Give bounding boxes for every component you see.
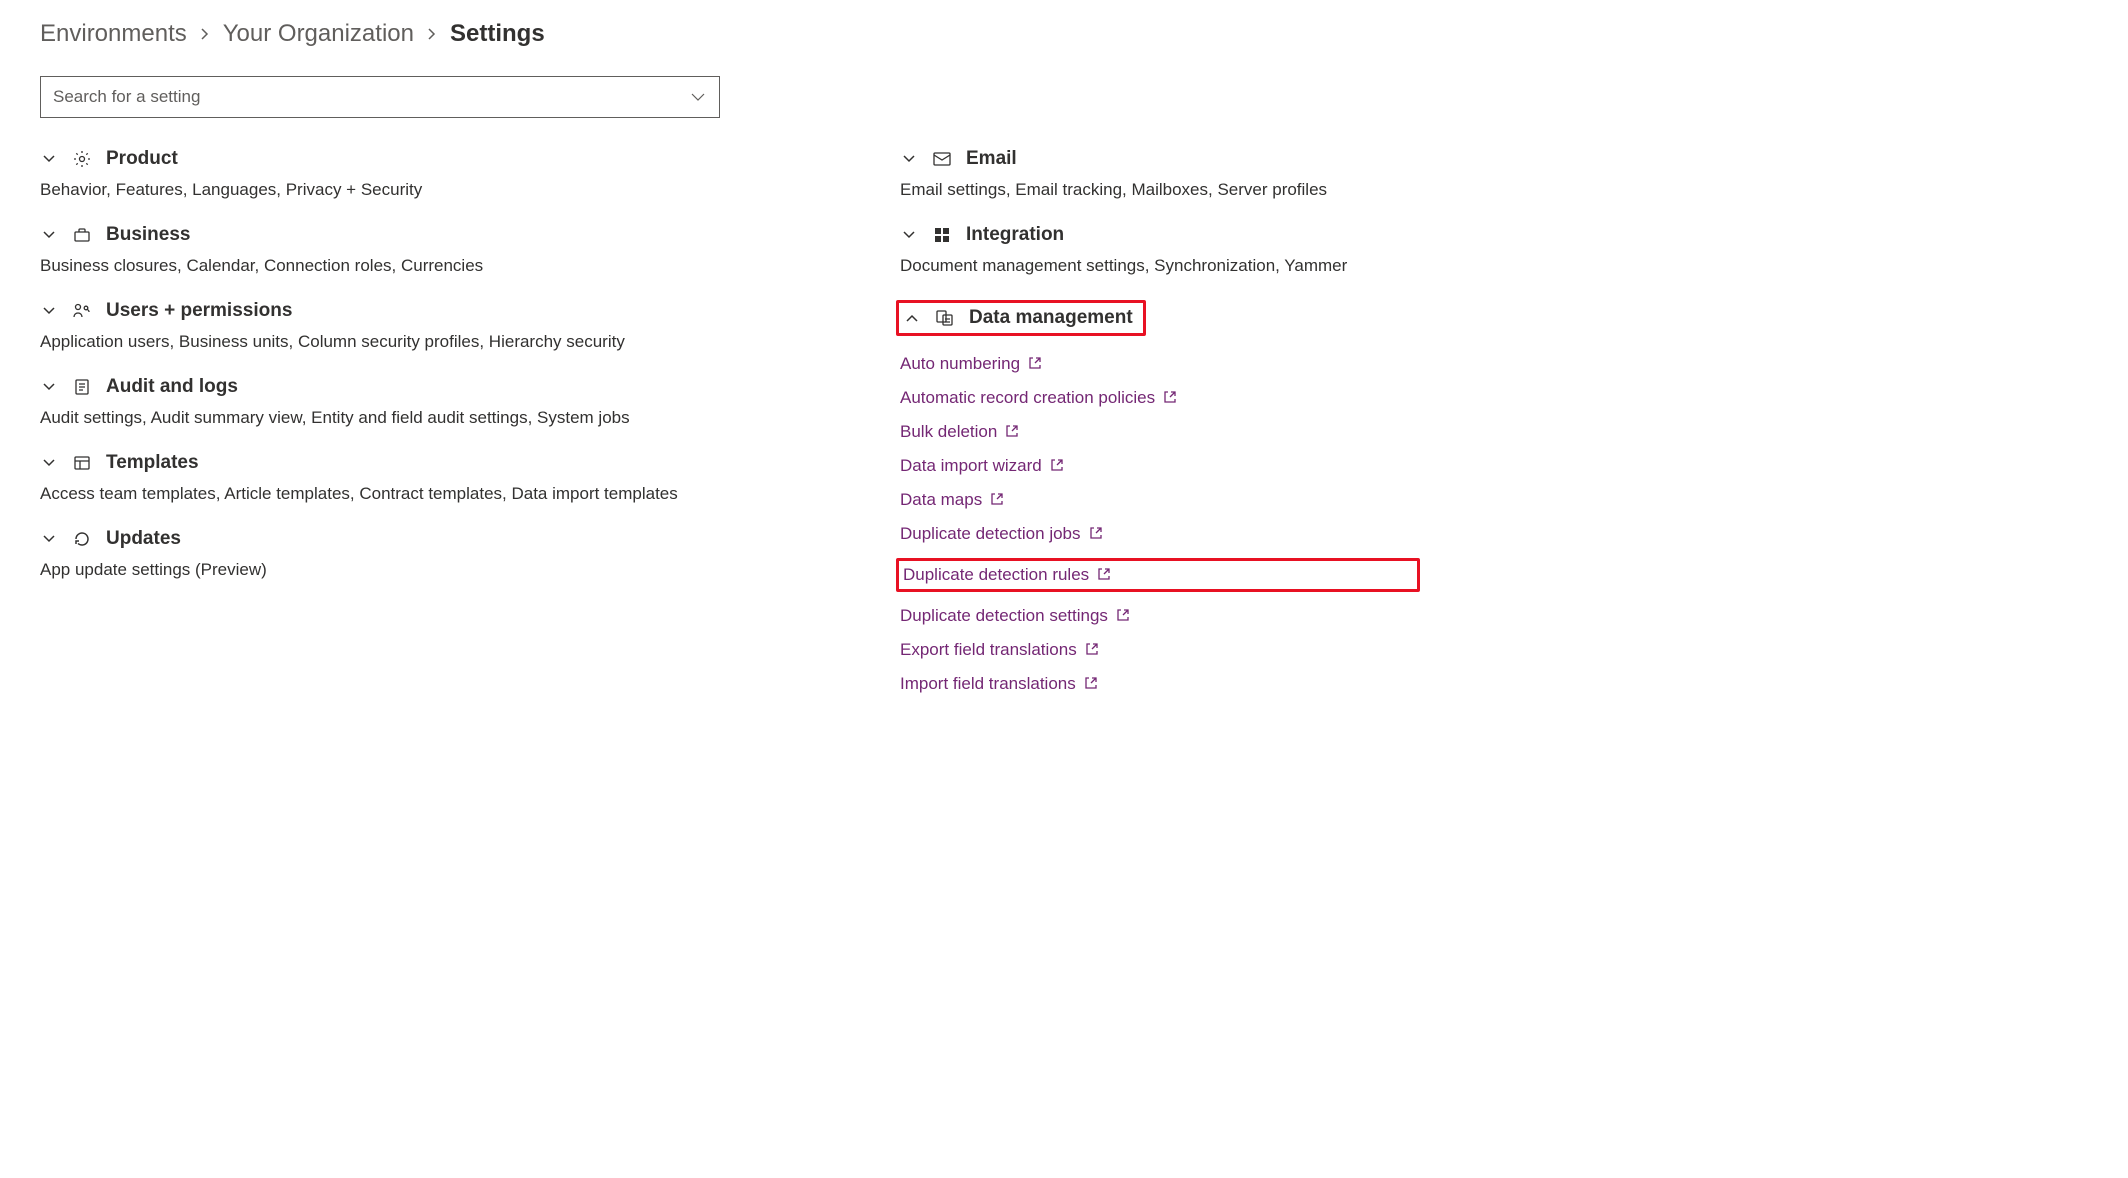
link-label: Export field translations xyxy=(900,640,1077,660)
external-link-icon xyxy=(1028,356,1044,372)
link-duplicate-detection-jobs[interactable]: Duplicate detection jobs xyxy=(900,524,1420,544)
search-container xyxy=(40,76,720,118)
link-label: Duplicate detection settings xyxy=(900,606,1108,626)
section-users-permissions: Users + permissions Application users, B… xyxy=(40,300,800,352)
template-icon xyxy=(72,453,92,473)
section-email: Email Email settings, Email tracking, Ma… xyxy=(900,148,1420,200)
link-label: Data import wizard xyxy=(900,456,1042,476)
breadcrumb-organization[interactable]: Your Organization xyxy=(223,20,414,48)
data-icon xyxy=(935,308,955,328)
chevron-right-icon xyxy=(199,28,211,40)
external-link-icon xyxy=(1163,390,1179,406)
section-title: Product xyxy=(106,148,178,170)
section-header-product[interactable]: Product xyxy=(40,148,800,170)
link-export-field-translations[interactable]: Export field translations xyxy=(900,640,1420,660)
section-summary: Email settings, Email tracking, Mailboxe… xyxy=(900,180,1420,200)
breadcrumb-environments[interactable]: Environments xyxy=(40,20,187,48)
section-product: Product Behavior, Features, Languages, P… xyxy=(40,148,800,200)
section-header-integration[interactable]: Integration xyxy=(900,224,1420,246)
link-label: Bulk deletion xyxy=(900,422,997,442)
section-title: Business xyxy=(106,224,190,246)
external-link-icon xyxy=(1116,608,1132,624)
data-management-links: Auto numbering Automatic record creation… xyxy=(900,354,1420,694)
link-label: Duplicate detection rules xyxy=(903,565,1089,585)
section-business: Business Business closures, Calendar, Co… xyxy=(40,224,800,276)
section-audit-logs: Audit and logs Audit settings, Audit sum… xyxy=(40,376,800,428)
link-label: Auto numbering xyxy=(900,354,1020,374)
left-column: Product Behavior, Features, Languages, P… xyxy=(40,148,800,718)
link-data-maps[interactable]: Data maps xyxy=(900,490,1420,510)
chevron-down-icon xyxy=(40,530,58,548)
section-header-data-management[interactable]: Data management xyxy=(899,307,1133,329)
section-header-updates[interactable]: Updates xyxy=(40,528,800,550)
section-integration: Integration Document management settings… xyxy=(900,224,1420,276)
chevron-right-icon xyxy=(426,28,438,40)
external-link-icon xyxy=(1089,526,1105,542)
chevron-up-icon xyxy=(903,309,921,327)
chevron-down-icon xyxy=(40,302,58,320)
highlight-data-management: Data management xyxy=(896,300,1146,336)
list-icon xyxy=(72,377,92,397)
section-header-templates[interactable]: Templates xyxy=(40,452,800,474)
breadcrumb-settings: Settings xyxy=(450,20,545,48)
link-label: Data maps xyxy=(900,490,982,510)
link-data-import-wizard[interactable]: Data import wizard xyxy=(900,456,1420,476)
section-summary: Access team templates, Article templates… xyxy=(40,484,800,504)
section-summary: Document management settings, Synchroniz… xyxy=(900,256,1420,276)
external-link-icon xyxy=(990,492,1006,508)
external-link-icon xyxy=(1005,424,1021,440)
section-title: Templates xyxy=(106,452,199,474)
search-input[interactable] xyxy=(40,76,720,118)
link-import-field-translations[interactable]: Import field translations xyxy=(900,674,1420,694)
refresh-icon xyxy=(72,529,92,549)
people-icon xyxy=(72,301,92,321)
section-title: Audit and logs xyxy=(106,376,238,398)
section-title: Data management xyxy=(969,307,1133,329)
chevron-down-icon xyxy=(40,226,58,244)
chevron-down-icon xyxy=(40,378,58,396)
section-header-email[interactable]: Email xyxy=(900,148,1420,170)
external-link-icon xyxy=(1050,458,1066,474)
section-title: Integration xyxy=(966,224,1064,246)
link-label: Duplicate detection jobs xyxy=(900,524,1081,544)
section-templates: Templates Access team templates, Article… xyxy=(40,452,800,504)
chevron-down-icon xyxy=(900,226,918,244)
section-data-management: Data management Auto numbering Automatic… xyxy=(900,300,1420,694)
chevron-down-icon xyxy=(40,150,58,168)
link-automatic-record-creation[interactable]: Automatic record creation policies xyxy=(900,388,1420,408)
breadcrumb: Environments Your Organization Settings xyxy=(40,20,2088,48)
section-title: Users + permissions xyxy=(106,300,292,322)
chevron-down-icon xyxy=(40,454,58,472)
link-duplicate-detection-rules[interactable]: Duplicate detection rules xyxy=(896,558,1420,592)
mail-icon xyxy=(932,149,952,169)
section-title: Updates xyxy=(106,528,181,550)
external-link-icon xyxy=(1085,642,1101,658)
section-header-business[interactable]: Business xyxy=(40,224,800,246)
link-auto-numbering[interactable]: Auto numbering xyxy=(900,354,1420,374)
briefcase-icon xyxy=(72,225,92,245)
section-updates: Updates App update settings (Preview) xyxy=(40,528,800,580)
link-label: Automatic record creation policies xyxy=(900,388,1155,408)
section-header-audit[interactable]: Audit and logs xyxy=(40,376,800,398)
section-header-users[interactable]: Users + permissions xyxy=(40,300,800,322)
link-label: Import field translations xyxy=(900,674,1076,694)
section-title: Email xyxy=(966,148,1017,170)
section-summary: App update settings (Preview) xyxy=(40,560,800,580)
right-column: Email Email settings, Email tracking, Ma… xyxy=(900,148,1420,718)
section-summary: Application users, Business units, Colum… xyxy=(40,332,800,352)
windows-icon xyxy=(932,225,952,245)
external-link-icon xyxy=(1084,676,1100,692)
section-summary: Behavior, Features, Languages, Privacy +… xyxy=(40,180,800,200)
external-link-icon xyxy=(1097,567,1113,583)
section-summary: Audit settings, Audit summary view, Enti… xyxy=(40,408,800,428)
link-duplicate-detection-settings[interactable]: Duplicate detection settings xyxy=(900,606,1420,626)
section-summary: Business closures, Calendar, Connection … xyxy=(40,256,800,276)
link-bulk-deletion[interactable]: Bulk deletion xyxy=(900,422,1420,442)
chevron-down-icon xyxy=(900,150,918,168)
gear-icon xyxy=(72,149,92,169)
